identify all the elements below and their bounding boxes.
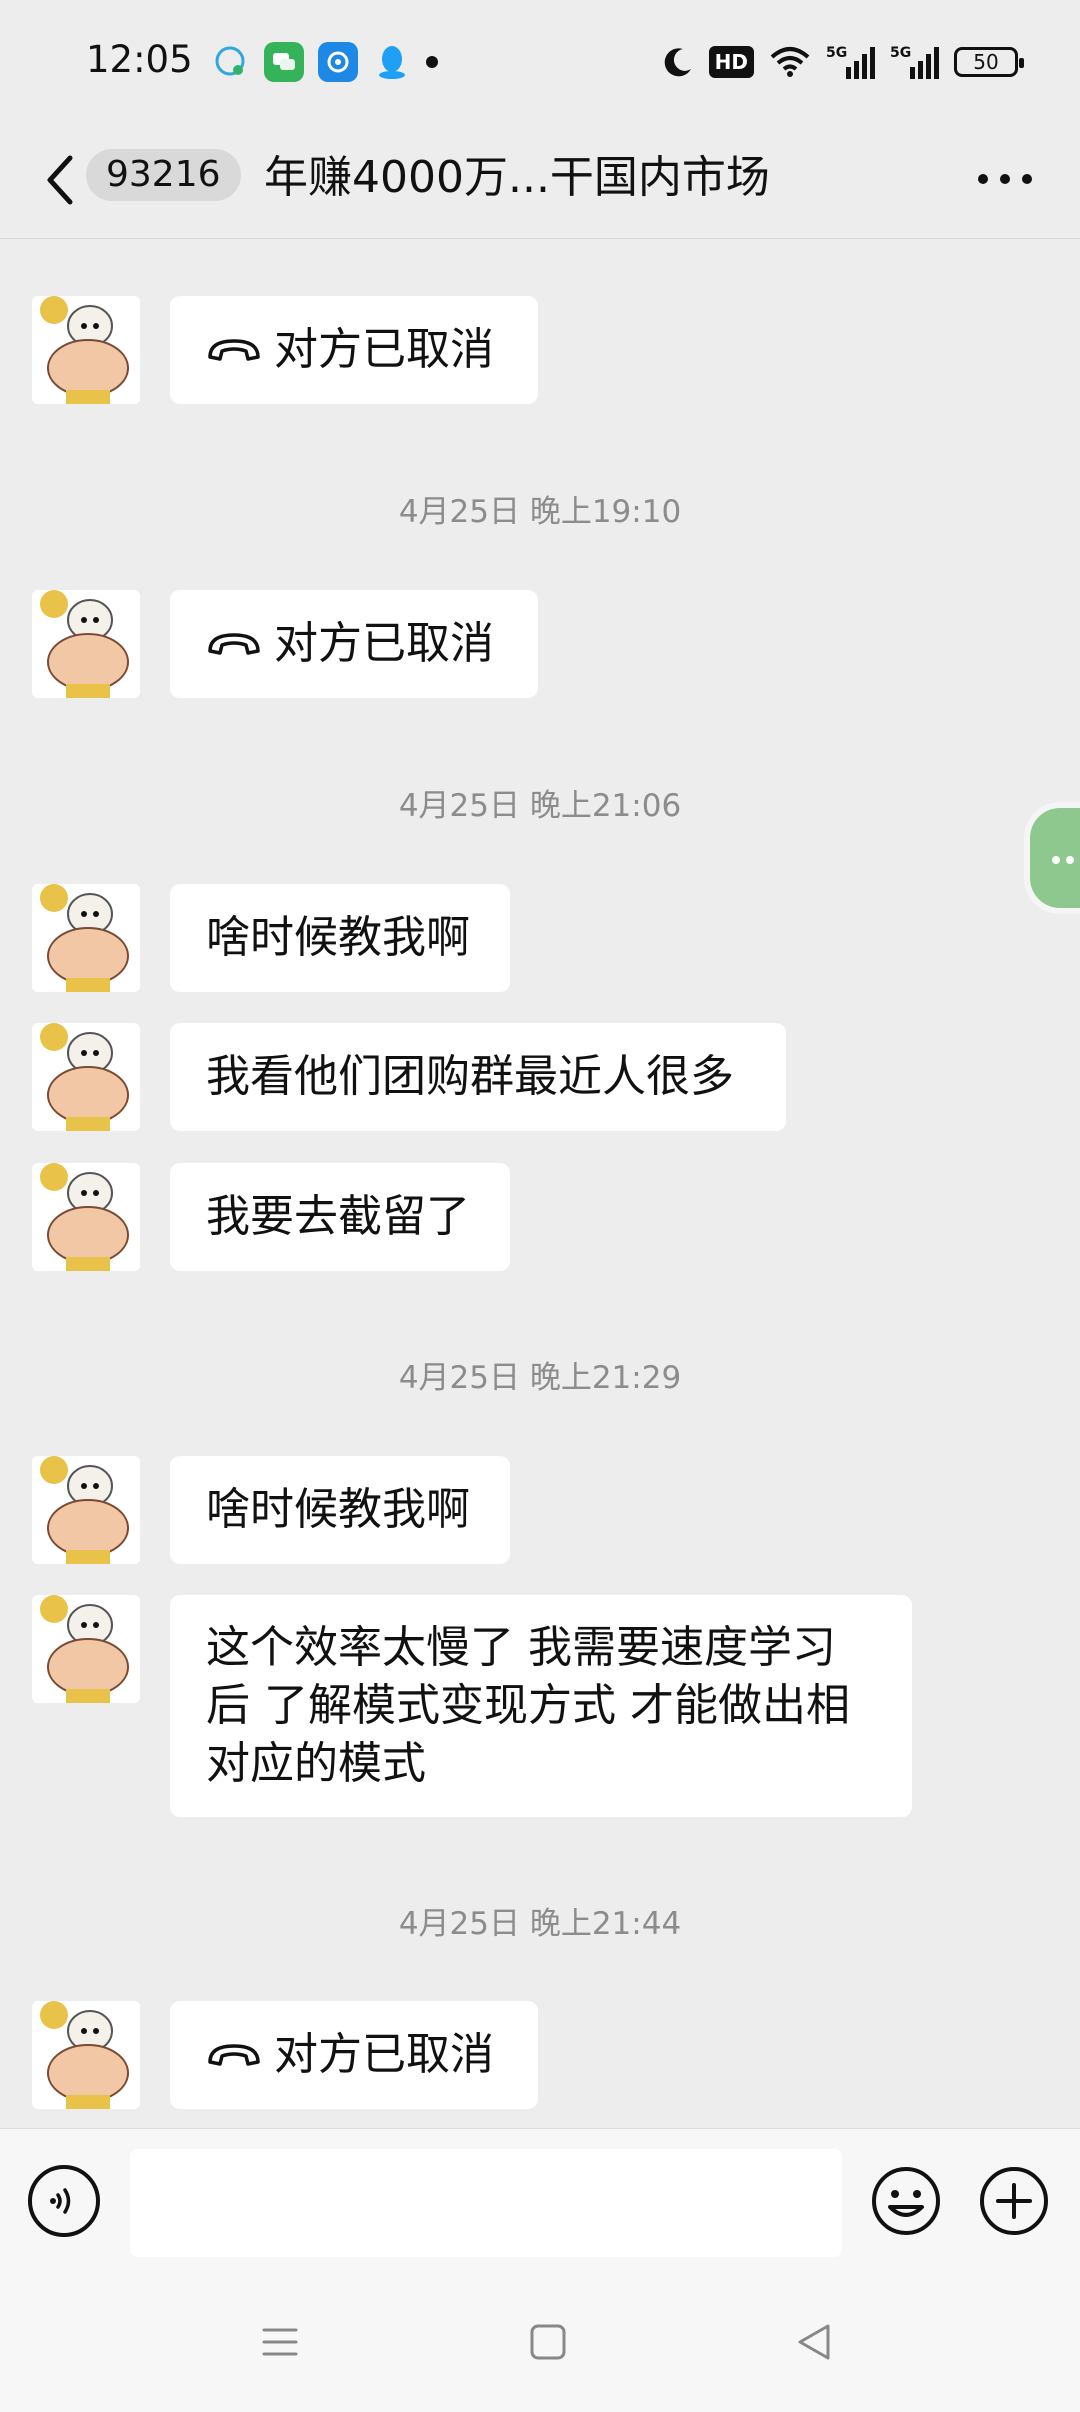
message-timestamp: 4月25日 晚上21:29: [398, 1360, 682, 1396]
message-input[interactable]: [130, 2149, 842, 2257]
message-timestamp: 4月25日 晚上21:06: [398, 788, 682, 824]
avatar[interactable]: [32, 2001, 140, 2109]
text-message[interactable]: 我要去截留了: [170, 1163, 510, 1271]
voice-input-button[interactable]: [28, 2165, 100, 2237]
back-icon[interactable]: [40, 150, 80, 210]
call-message[interactable]: 对方已取消: [170, 590, 538, 698]
message-input-bar: [0, 2128, 1080, 2277]
chat-header: 93216 年赚4000万...干国内市场: [0, 124, 1080, 239]
call-message[interactable]: 对方已取消: [170, 296, 538, 404]
call-cancelled-icon: [208, 339, 260, 361]
message-line: 这个效率太慢了 我需要速度学习: [206, 1622, 836, 1673]
avatar[interactable]: [32, 296, 140, 404]
avatar[interactable]: [32, 1023, 140, 1131]
qq-app-icon: [372, 42, 412, 82]
browser-app-icon: [318, 42, 358, 82]
more-options-icon[interactable]: [978, 164, 1040, 194]
home-nav-icon[interactable]: [528, 2322, 568, 2362]
voice-icon: [50, 2188, 71, 2214]
avatar[interactable]: [32, 1595, 140, 1703]
message-text: 对方已取消: [274, 618, 494, 669]
status-bar: 12:05 HD 5G 5G 50: [0, 0, 1080, 124]
svg-text:5G: 5G: [826, 45, 847, 61]
text-message[interactable]: 啥时候教我啊: [170, 1456, 510, 1564]
avatar[interactable]: [32, 1456, 140, 1564]
text-message[interactable]: 啥时候教我啊: [170, 884, 510, 992]
5g-signal-icon-2: 5G: [890, 45, 939, 79]
avatar[interactable]: [32, 884, 140, 992]
text-message[interactable]: 我看他们团购群最近人很多: [170, 1023, 786, 1131]
avatar[interactable]: [32, 590, 140, 698]
5g-signal-icon: 5G: [826, 45, 875, 79]
battery-level: 50: [973, 50, 999, 74]
notification-icons: [210, 40, 438, 84]
message-line: 后 了解模式变现方式 才能做出相: [206, 1680, 850, 1731]
emoji-icon[interactable]: [870, 2165, 942, 2237]
message-timestamp: 4月25日 晚上19:10: [398, 494, 682, 530]
battery-icon: 50: [954, 47, 1024, 77]
message-text: 对方已取消: [274, 2029, 494, 2080]
wifi-icon: [770, 47, 810, 77]
add-attachment-icon[interactable]: [978, 2165, 1050, 2237]
unread-count-badge[interactable]: 93216: [86, 149, 241, 201]
call-cancelled-icon: [208, 633, 260, 655]
message-app-icon: [210, 42, 250, 82]
message-text: 我看他们团购群最近人很多: [206, 1051, 734, 1102]
more-notifications-dot: [426, 56, 438, 68]
system-icons: HD 5G 5G 50: [661, 40, 1024, 84]
message-text: 啥时候教我啊: [206, 912, 470, 963]
status-time: 12:05: [86, 38, 193, 81]
chat-app-icon: [264, 42, 304, 82]
system-navigation-bar: [0, 2276, 1080, 2412]
floating-assistant-button[interactable]: [1030, 808, 1080, 908]
back-nav-icon[interactable]: [794, 2322, 834, 2362]
svg-text:5G: 5G: [890, 45, 911, 61]
hd-voice-icon: HD: [708, 46, 754, 78]
chat-title: 年赚4000万...干国内市场: [264, 152, 770, 203]
call-cancelled-icon: [208, 2044, 260, 2066]
message-text: 对方已取消: [274, 324, 494, 375]
text-message[interactable]: 这个效率太慢了 我需要速度学习 后 了解模式变现方式 才能做出相 对应的模式: [170, 1595, 912, 1817]
call-message[interactable]: 对方已取消: [170, 2001, 538, 2109]
avatar[interactable]: [32, 1163, 140, 1271]
message-text: 啥时候教我啊: [206, 1484, 470, 1535]
moon-icon: [664, 48, 691, 77]
message-timestamp: 4月25日 晚上21:44: [398, 1906, 682, 1942]
message-text: 我要去截留了: [206, 1191, 470, 1242]
message-line: 对应的模式: [206, 1738, 426, 1789]
menu-nav-icon[interactable]: [260, 2322, 300, 2362]
